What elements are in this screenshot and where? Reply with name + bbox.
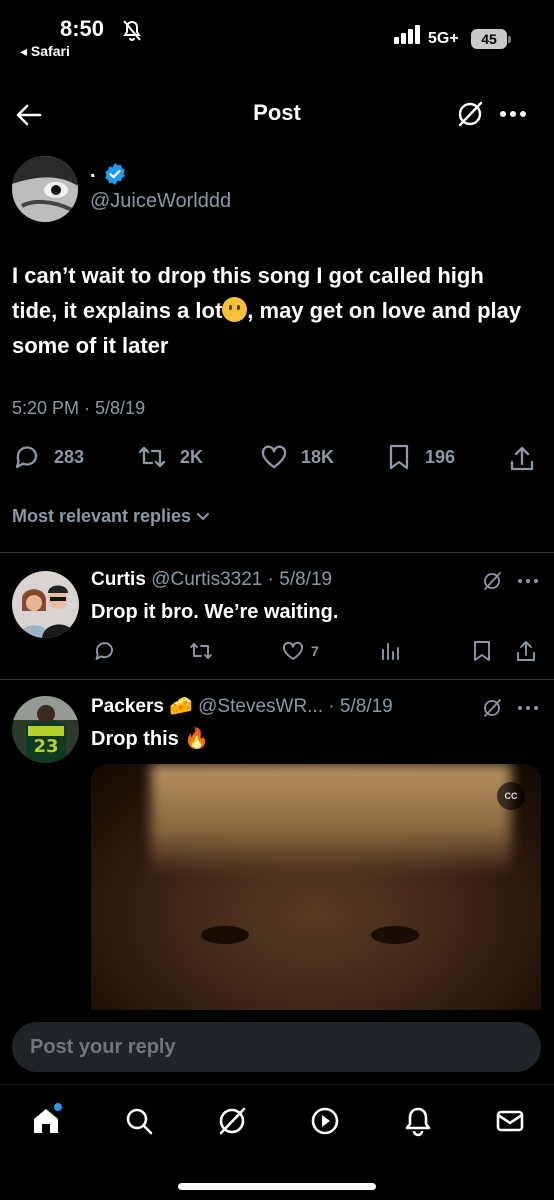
silent-mode-icon <box>123 20 141 41</box>
reply-count: 283 <box>54 446 85 467</box>
search-icon <box>126 1108 153 1135</box>
post-timestamp[interactable]: 5:20 PM · 5/8/19 <box>12 398 145 419</box>
video-frame-detail <box>201 926 249 944</box>
avatar[interactable] <box>12 571 79 638</box>
reply-header: Packers 🧀 @StevesWR... · 5/8/19 <box>91 694 393 718</box>
like-button[interactable]: 18K <box>259 442 334 472</box>
fire-emoji-icon: 🔥 <box>184 728 210 750</box>
svg-text:23: 23 <box>33 736 58 757</box>
grok-icon <box>219 1107 246 1135</box>
reply-input[interactable] <box>30 1022 520 1072</box>
replies-sort-dropdown[interactable]: Most relevant replies <box>12 506 211 527</box>
author-handle[interactable]: @JuiceWorlddd <box>90 190 231 213</box>
reply-author-name[interactable]: Curtis <box>91 569 146 590</box>
home-indicator <box>178 1183 376 1190</box>
bookmark-count: 196 <box>425 446 456 467</box>
video-frame-detail <box>371 926 419 944</box>
post-author: . @JuiceWorlddd <box>12 156 542 226</box>
repost-count: 2K <box>180 446 204 467</box>
bookmark-icon <box>389 444 409 470</box>
reply-text: Drop it bro. We’re waiting. <box>91 601 339 623</box>
heart-icon <box>261 445 287 469</box>
reply-video[interactable]: CC <box>91 764 541 1014</box>
post-actions: 283 2K 18K 196 <box>12 442 542 478</box>
tab-search[interactable] <box>119 1101 159 1141</box>
back-to-safari-link[interactable]: ◂ Safari <box>20 43 70 60</box>
reply-actions: 7 <box>91 639 541 663</box>
cheese-emoji-icon: 🧀 <box>169 696 193 717</box>
cellular-signal-icon <box>394 25 420 44</box>
notifications-icon <box>405 1107 431 1137</box>
grok-icon[interactable] <box>482 571 502 591</box>
confused-face-emoji-icon <box>222 297 248 322</box>
tab-messages[interactable] <box>490 1101 530 1141</box>
messages-icon <box>496 1110 524 1132</box>
grok-icon[interactable] <box>456 100 484 128</box>
bookmark-icon[interactable] <box>471 639 493 663</box>
tab-video[interactable] <box>305 1101 345 1141</box>
reply-like-count: 7 <box>311 643 319 659</box>
status-bar: 8:50 ◂ Safari 5G+ 45 <box>0 0 554 70</box>
more-icon[interactable] <box>517 577 539 585</box>
reply-text: Drop this 🔥 <box>91 726 209 751</box>
video-icon <box>311 1107 339 1135</box>
network-type: 5G+ <box>428 30 459 47</box>
views-icon[interactable] <box>378 639 402 663</box>
avatar[interactable]: 23 <box>12 696 79 763</box>
tab-home[interactable] <box>26 1101 66 1141</box>
grok-icon[interactable] <box>482 698 502 718</box>
reply-button[interactable]: 283 <box>12 442 84 472</box>
video-frame <box>151 764 511 874</box>
reply-date[interactable]: · 5/8/19 <box>268 569 332 590</box>
verified-badge-icon <box>105 163 125 185</box>
repost-icon <box>138 446 166 468</box>
reply-icon <box>15 446 38 469</box>
post-header: Post <box>0 92 554 138</box>
more-icon[interactable] <box>499 102 527 126</box>
more-icon[interactable] <box>517 704 539 712</box>
reply-header: Curtis @Curtis3321 · 5/8/19 <box>91 569 332 591</box>
chevron-down-icon <box>197 512 210 520</box>
avatar[interactable] <box>12 156 78 222</box>
author-name[interactable]: . <box>90 160 96 183</box>
heart-icon <box>283 641 303 660</box>
clock: 8:50 <box>60 16 105 41</box>
notification-dot <box>54 1103 62 1111</box>
bookmark-button[interactable]: 196 <box>385 442 455 472</box>
replies-sort-label: Most relevant replies <box>12 506 192 526</box>
repost-icon[interactable] <box>188 639 214 663</box>
reply-composer[interactable] <box>12 1022 541 1072</box>
reply-like-button[interactable]: 7 <box>281 639 319 663</box>
battery-indicator: 45 <box>471 29 511 49</box>
reply-author-handle[interactable]: @Curtis3321 <box>151 569 262 590</box>
reply-date[interactable]: · 5/8/19 <box>328 696 392 717</box>
tab-notifications[interactable] <box>398 1101 438 1141</box>
reply-icon[interactable] <box>93 639 117 663</box>
post-text: I can’t wait to drop this song I got cal… <box>12 258 532 363</box>
repost-button[interactable]: 2K <box>136 442 203 472</box>
share-icon[interactable] <box>515 639 537 663</box>
tab-grok[interactable] <box>212 1101 252 1141</box>
reply-text-label: Drop this <box>91 728 179 750</box>
share-icon[interactable] <box>508 444 536 474</box>
like-count: 18K <box>301 446 335 467</box>
reply-author-name[interactable]: Packers <box>91 696 164 717</box>
reply-item[interactable]: Curtis @Curtis3321 · 5/8/19 Drop it bro.… <box>0 553 554 679</box>
reply-author-handle[interactable]: @StevesWR... <box>198 696 323 717</box>
closed-captions-button[interactable]: CC <box>497 782 525 810</box>
